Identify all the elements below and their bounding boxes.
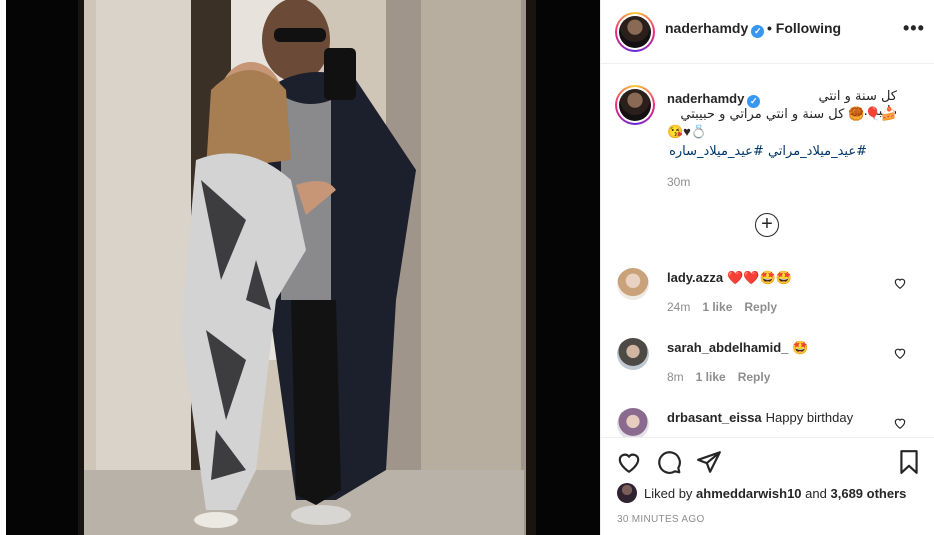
commenter-avatar[interactable] bbox=[617, 268, 649, 300]
comment-heart-icon[interactable] bbox=[893, 416, 907, 430]
comment-text: Happy birthday bbox=[765, 410, 854, 425]
comment-time: 24m bbox=[667, 300, 691, 314]
commenter-avatar[interactable] bbox=[617, 408, 649, 437]
comment-meta: 24m 1 like Reply bbox=[667, 300, 789, 314]
bookmark-icon[interactable] bbox=[896, 449, 922, 475]
comment-likes[interactable]: 1 like bbox=[696, 370, 726, 384]
commenter-username[interactable]: drbasant_eissa bbox=[667, 410, 762, 425]
caption-hashtags[interactable]: #عيد_ميلاد_مراتي #عيد_ميلاد_ساره bbox=[667, 144, 867, 159]
caption-username[interactable]: naderhamdy ✓ bbox=[667, 91, 761, 108]
liker-avatar[interactable] bbox=[617, 483, 637, 503]
caption-username-text[interactable]: naderhamdy bbox=[667, 91, 744, 106]
post-header: naderhamdy ✓ • Following ••• bbox=[601, 0, 934, 64]
verified-badge-icon: ✓ bbox=[751, 25, 765, 38]
likes-summary: Liked by ahmeddarwish10 and 3,689 others bbox=[617, 483, 907, 503]
comment-item: drbasant_eissa Happy birthday bbox=[601, 408, 934, 437]
action-bar bbox=[601, 445, 934, 479]
liker-username[interactable]: ahmeddarwish10 bbox=[696, 486, 802, 501]
likes-others-count[interactable]: 3,689 others bbox=[831, 486, 907, 501]
reply-button[interactable]: Reply bbox=[744, 300, 777, 314]
reply-button[interactable]: Reply bbox=[738, 370, 771, 384]
author-username-text[interactable]: naderhamdy bbox=[665, 20, 748, 36]
commenter-username[interactable]: sarah_abdelhamid_ bbox=[667, 340, 788, 355]
comment-likes[interactable]: 1 like bbox=[702, 300, 732, 314]
comment-heart-icon[interactable] bbox=[893, 276, 907, 290]
author-avatar[interactable] bbox=[615, 12, 655, 52]
likes-and: and bbox=[805, 485, 827, 501]
comment-text: ❤️❤️🤩🤩 bbox=[727, 270, 792, 285]
comment-line: drbasant_eissa Happy birthday bbox=[667, 410, 853, 425]
commenter-avatar[interactable] bbox=[617, 338, 649, 370]
share-icon[interactable] bbox=[696, 449, 722, 475]
caption-text-line2: 🍰🎈🥮 كل سنة و انتي مراتي و حبيبتي bbox=[680, 107, 897, 122]
caption-avatar[interactable] bbox=[615, 85, 655, 125]
more-options-icon[interactable]: ••• bbox=[903, 18, 925, 39]
comment-item: lady.azza ❤️❤️🤩🤩 24m 1 like Reply bbox=[601, 268, 934, 338]
comment-heart-icon[interactable] bbox=[893, 346, 907, 360]
comment-item: sarah_abdelhamid_ 🤩 8m 1 like Reply bbox=[601, 338, 934, 408]
author-username[interactable]: naderhamdy ✓ bbox=[665, 20, 765, 38]
comment-meta: 8m 1 like Reply bbox=[667, 370, 782, 384]
following-button[interactable]: • Following bbox=[767, 20, 841, 36]
comment-line: lady.azza ❤️❤️🤩🤩 bbox=[667, 270, 792, 286]
post-side-panel: naderhamdy ✓ • Following ••• naderhamdy ✓ … bbox=[600, 0, 934, 535]
heart-icon[interactable] bbox=[616, 449, 642, 475]
comment-text: 🤩 bbox=[792, 340, 809, 355]
comment-line: sarah_abdelhamid_ 🤩 bbox=[667, 340, 809, 356]
comment-icon[interactable] bbox=[656, 449, 682, 475]
caption-text-line3: 😘♥💍 bbox=[667, 124, 708, 139]
post-photo[interactable] bbox=[6, 0, 600, 535]
actions-divider bbox=[601, 437, 934, 438]
post-timestamp[interactable]: 30 MINUTES AGO bbox=[617, 514, 705, 525]
caption-time: 30m bbox=[667, 175, 691, 189]
comment-time: 8m bbox=[667, 370, 684, 384]
commenter-username[interactable]: lady.azza bbox=[667, 270, 723, 285]
load-more-comments-icon[interactable]: + bbox=[755, 213, 779, 237]
likes-prefix: Liked by bbox=[644, 485, 693, 501]
